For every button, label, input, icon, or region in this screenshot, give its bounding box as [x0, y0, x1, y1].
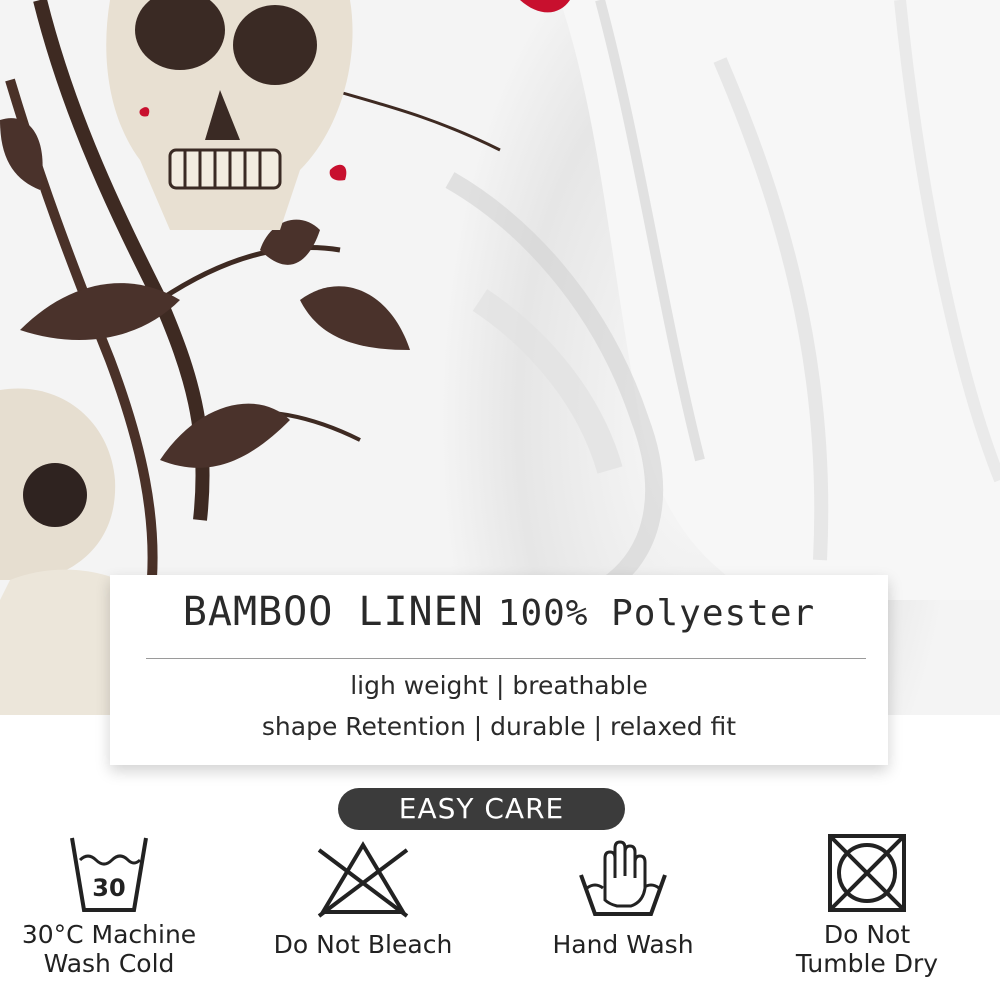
care-label-machine-wash-line-2: Wash Cold	[43, 949, 175, 978]
feature-list-line-1: ligh weight | breathable	[350, 671, 648, 700]
hand-wash-icon	[579, 840, 667, 916]
material-name: BAMBOO LINEN	[182, 589, 484, 635]
crossed-dryer-icon	[828, 834, 906, 912]
fabric-headline: BAMBOO LINEN 100% Polyester	[110, 589, 888, 635]
care-label-do-not-tumble-dry-line-1: Do Not	[823, 920, 911, 949]
wash-temperature-text: 30	[92, 874, 125, 902]
care-item-do-not-bleach: Do Not Bleach	[248, 830, 478, 959]
care-label-machine-wash-line-1: 30°C Machine	[21, 920, 197, 949]
care-item-machine-wash: 30 30°C Machine Wash Cold	[0, 830, 224, 978]
feature-list-line-2: shape Retention | durable | relaxed fit	[261, 712, 737, 741]
fabric-composition: 100% Polyester	[497, 593, 816, 634]
crossed-triangle-icon	[317, 841, 409, 918]
fabric-info-card: BAMBOO LINEN 100% Polyester ligh weight |…	[110, 575, 888, 765]
care-item-do-not-tumble-dry: Do Not Tumble Dry	[752, 830, 982, 978]
care-item-hand-wash: Hand Wash	[508, 830, 738, 959]
care-heading-badge: EASY CARE	[338, 788, 625, 830]
card-divider	[146, 658, 866, 659]
care-label-hand-wash: Hand Wash	[552, 930, 694, 959]
care-label-do-not-bleach: Do Not Bleach	[273, 930, 453, 959]
care-label-do-not-tumble-dry-line-2: Tumble Dry	[795, 949, 939, 978]
washtub-30-icon: 30	[70, 837, 148, 912]
